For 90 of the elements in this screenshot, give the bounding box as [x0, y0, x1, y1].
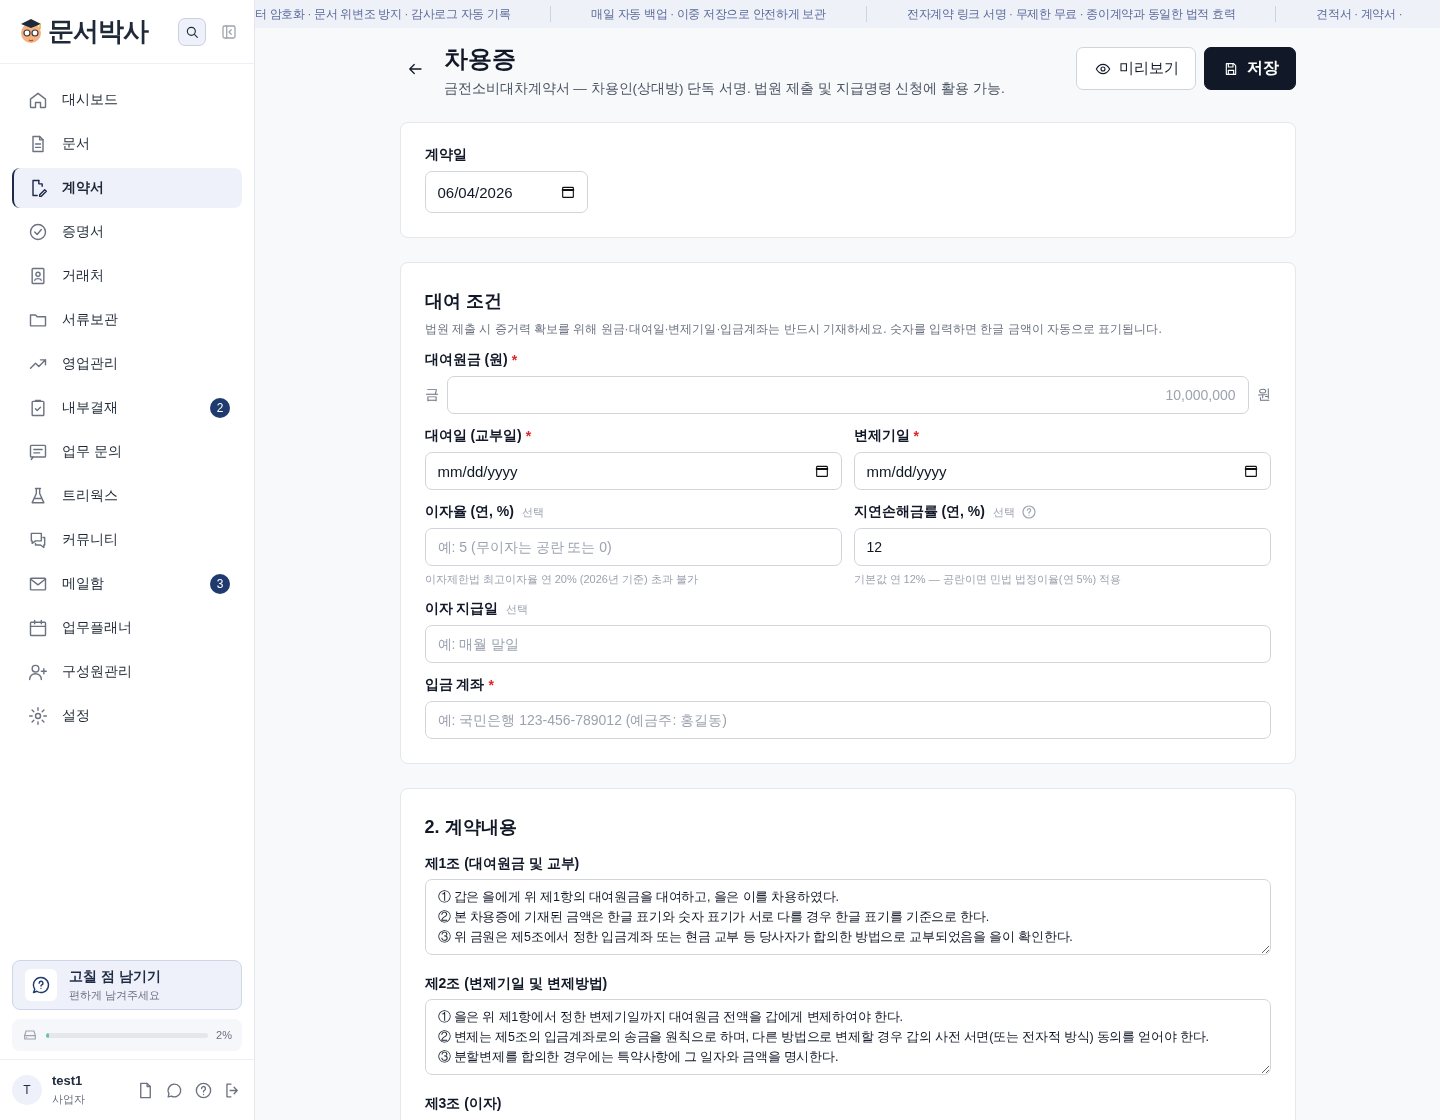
help-bubble-icon — [31, 975, 51, 995]
storage-percent: 2% — [216, 1029, 232, 1041]
count-badge: 3 — [210, 574, 230, 594]
count-badge: 2 — [210, 398, 230, 418]
sidebar-item[interactable]: 업무 문의 — [12, 432, 242, 472]
field-label: 대여일 (교부일) — [424, 427, 522, 445]
input-field[interactable]: 예: 5 (무이자는 공란 또는 0) — [424, 528, 842, 566]
check-circle-icon — [28, 222, 48, 242]
currency-suffix: 원 — [1256, 386, 1271, 404]
calendar-icon — [28, 618, 48, 638]
save-button[interactable]: 저장 — [1203, 47, 1296, 90]
field-label: 이자 지급일 — [424, 600, 499, 618]
input-field[interactable]: 12 — [853, 528, 1271, 566]
field-label: 지연손해금률 (연, %) — [853, 503, 985, 521]
banner-text: 전자계약 링크 서명 · 무제한 무료 · 종이계약과 동일한 법적 효력 — [905, 6, 1237, 22]
required-mark: * — [525, 428, 532, 444]
required-mark: * — [913, 428, 919, 444]
panel-collapse-icon — [220, 22, 238, 41]
sidebar-item[interactable]: 거래처 — [12, 256, 242, 296]
field-hint: 이자제한법 최고이자율 연 20% (2026년 기준) 초과 불가 — [424, 572, 699, 587]
date-field[interactable]: mm/dd/yyyy — [424, 452, 842, 490]
sidebar-item[interactable]: 설정 — [12, 696, 242, 736]
field-label: 계약일 — [424, 146, 467, 164]
user-plus-icon — [28, 662, 48, 682]
home-icon — [28, 90, 48, 110]
sidebar-item[interactable]: 업무플래너 — [12, 608, 242, 648]
sidebar-item[interactable]: 증명서 — [12, 212, 242, 252]
sidebar-item[interactable]: 문서 — [12, 124, 242, 164]
message-icon — [28, 442, 48, 462]
help-icon — [194, 1080, 213, 1100]
input-field[interactable]: 예: 매월 말일 — [424, 625, 1271, 663]
date-field[interactable]: 06/04/2026 — [424, 171, 588, 213]
feedback-card[interactable]: 고칠 점 남기기 편하게 남겨주세요 — [12, 960, 242, 1010]
chat-bubble-icon — [165, 1080, 184, 1100]
banner-text: 터 암호화 · 문서 위변조 방지 · 감사로그 자동 기록 — [255, 6, 512, 22]
article-title: 제2조 (변제기일 및 변제방법) — [424, 975, 609, 993]
drive-icon — [22, 1027, 38, 1043]
section-title: 대여 조건 — [424, 290, 503, 313]
input-field[interactable]: 예: 국민은행 123-456-789012 (예금주: 홍길동) — [424, 701, 1271, 739]
chat-icon — [28, 530, 48, 550]
article-title: 제1조 (대여원금 및 교부) — [424, 855, 581, 873]
feedback-subtitle: 편하게 남겨주세요 — [69, 987, 161, 1003]
user-name: test1 — [52, 1073, 84, 1088]
feedback-title: 고칠 점 남기기 — [69, 967, 161, 986]
field-label: 입금 계좌 — [424, 676, 485, 694]
article-title: 제3조 (이자) — [424, 1095, 503, 1113]
field-label: 변제기일 — [853, 427, 910, 445]
preview-button[interactable]: 미리보기 — [1075, 47, 1196, 90]
user-role: 사업자 — [52, 1092, 85, 1107]
sidebar-item[interactable]: 구성원관리 — [12, 652, 242, 692]
mail-icon — [28, 574, 48, 594]
banner-text: 견적서 · 계약서 · — [1315, 6, 1403, 22]
calendar-icon[interactable] — [1242, 463, 1259, 479]
required-mark: * — [488, 677, 494, 693]
article-text-area[interactable]: ① 을은 위 제1항에서 정한 변제기일까지 대여원금 전액을 갑에게 변제하여야 한다. ② 변제는 제5조의 입금계좌로의 송금을 원칙으로 하며, 다른 방법으로 변제할 경우 갑의 사전 서면(또는 전자적 방식) 동의를 얻어야 한다. ③ 분할변제를 합의한 경우에는 특약사항에 그 일자와 금액을 명시한다. — [424, 999, 1271, 1075]
sidebar-item[interactable]: 커뮤니티 — [12, 520, 242, 560]
page-title: 차용증 — [443, 44, 517, 74]
help-button[interactable] — [194, 1080, 213, 1100]
section-title: 2. 계약내용 — [424, 816, 518, 839]
section-description: 법원 제출 시 증거력 확보를 위해 원금·대여일·변제기일·입금계좌는 반드시 기재하세요. 숫자를 입력하면 한글 금액이 자동으로 표기됩니다. — [424, 321, 1163, 338]
currency-prefix: 금 — [424, 386, 439, 404]
sidebar-item[interactable]: 메일함 3 — [12, 564, 242, 604]
article-text-area[interactable]: ① 갑은 을에게 위 제1항의 대여원금을 대여하고, 을은 이를 차용하였다. ② 본 차용증에 기재된 금액은 한글 표기와 숫자 표기가 서로 다를 경우 한글 표기를 기준으로 한다. ③ 위 금원은 제5조에서 정한 입금계좌 또는 현금 교부 등 당사자가 합의한 방법으로 교부되었음을 을이 확인한다. — [424, 879, 1271, 955]
chat-bubble-button[interactable] — [165, 1080, 184, 1100]
contact-card-icon — [28, 266, 48, 286]
search-button[interactable] — [178, 17, 206, 46]
field-label: 이자율 (연, %) — [424, 503, 514, 521]
sidebar-item[interactable]: 서류보관 — [12, 300, 242, 340]
required-mark: * — [511, 352, 518, 368]
optional-note: 선택 — [992, 504, 1015, 520]
page-subtitle: 금전소비대차계약서 — 차용인(상대방) 단독 서명. 법원 제출 및 지급명령 신청에 활용 가능. — [443, 80, 1005, 98]
sidebar-item[interactable]: 계약서 — [12, 168, 242, 208]
user-avatar: T — [12, 1075, 42, 1105]
optional-note: 선택 — [521, 504, 544, 520]
sidebar-item[interactable]: 내부결재 2 — [12, 388, 242, 428]
sidebar-toggle-button[interactable] — [220, 22, 238, 41]
field-label: 대여원금 (원) — [424, 351, 508, 369]
clipboard-check-icon — [28, 398, 48, 418]
settings-icon — [28, 706, 48, 726]
field-hint: 기본값 연 12% — 공란이면 민법 법정이율(연 5%) 적용 — [853, 572, 1123, 587]
sidebar-item[interactable]: 트리웍스 — [12, 476, 242, 516]
banner-text: 매일 자동 백업 · 이중 저장으로 안전하게 보관 — [590, 6, 827, 22]
optional-note: 선택 — [506, 601, 529, 617]
calendar-icon[interactable] — [559, 184, 576, 200]
sidebar-item[interactable]: 대시보드 — [12, 80, 242, 120]
date-field[interactable]: mm/dd/yyyy — [853, 452, 1271, 490]
app-logo: 문서박사 — [48, 16, 148, 46]
calendar-icon[interactable] — [813, 463, 830, 479]
amount-field[interactable]: 10,000,000 — [446, 376, 1249, 414]
sidebar-item[interactable]: 영업관리 — [12, 344, 242, 384]
